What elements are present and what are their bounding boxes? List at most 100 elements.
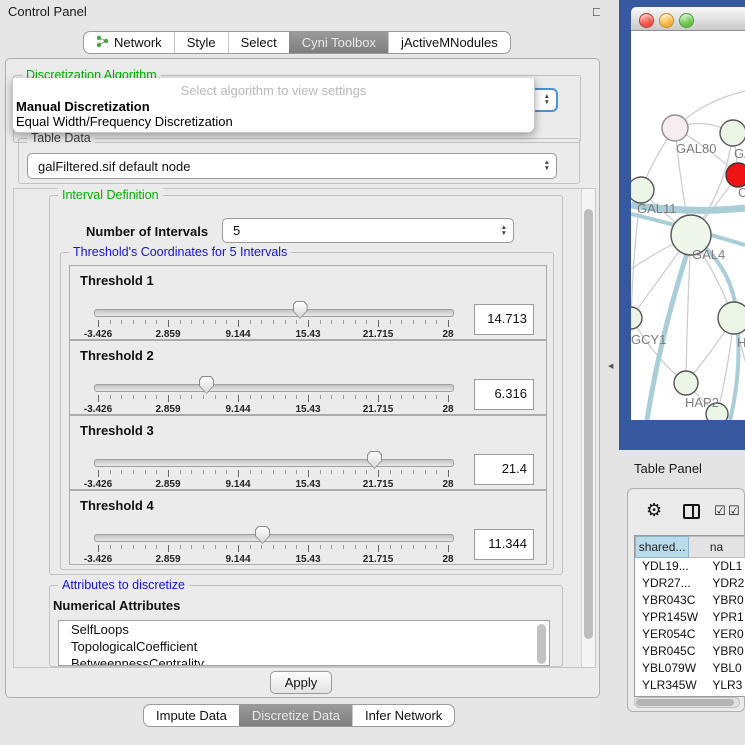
tick-mark	[261, 320, 262, 324]
node-gal80[interactable]	[662, 115, 688, 141]
table-row[interactable]: YBR043CYBR0	[635, 592, 745, 609]
network-graph: GAL80GACGAL11GAL4GCY1HHAP2	[631, 31, 745, 420]
checkbox-icon[interactable]: ☑	[728, 504, 740, 518]
table-row[interactable]: YDL19...YDL1	[635, 558, 745, 575]
tick-mark	[98, 395, 99, 402]
numerical-attributes-list[interactable]: SelfLoopsTopologicalCoefficientBetweenne…	[58, 620, 550, 666]
slider-track[interactable]	[94, 309, 454, 317]
table-hscrollbar-thumb[interactable]	[636, 699, 734, 706]
panel-scrollbar-thumb[interactable]	[584, 209, 593, 639]
node-gal11[interactable]	[631, 177, 654, 203]
table-data-combo[interactable]: galFiltered.sif default node ▲▼	[27, 153, 557, 179]
zoom-traffic-light[interactable]	[679, 13, 694, 28]
tick-mark	[121, 470, 122, 474]
columns-icon[interactable]	[683, 504, 700, 519]
checkbox-icon[interactable]: ☑	[714, 504, 726, 518]
settings-scroll-area: Interval Definition Number of Intervals …	[13, 188, 596, 668]
node-right-mid[interactable]	[718, 302, 745, 334]
tab-label: Infer Network	[365, 708, 442, 723]
slider-thumb[interactable]	[199, 376, 214, 394]
tab-infer-network[interactable]: Infer Network	[352, 705, 454, 726]
tick-mark	[366, 395, 367, 399]
node-top-right[interactable]	[720, 120, 745, 146]
interval-definition-group: Interval Definition Number of Intervals …	[49, 195, 563, 575]
apply-button[interactable]: Apply	[270, 671, 332, 694]
attribute-item-selfloops[interactable]: SelfLoops	[59, 621, 549, 638]
minimize-traffic-light[interactable]	[659, 13, 674, 28]
threshold-label: Threshold 1	[80, 273, 154, 288]
number-of-intervals-combo[interactable]: 5 ▲▼	[222, 218, 514, 243]
table-hscrollbar-track[interactable]	[634, 697, 740, 708]
list-scrollbar[interactable]	[537, 624, 546, 664]
table-row[interactable]: YDR27...YDR2	[635, 575, 745, 592]
slider-track[interactable]	[94, 459, 454, 467]
tab-network[interactable]: Network	[84, 32, 174, 53]
tick-mark	[425, 470, 426, 474]
cell-name: YDL1	[707, 558, 745, 575]
tab-impute-data[interactable]: Impute Data	[144, 705, 239, 726]
threshold-label: Threshold 3	[80, 423, 154, 438]
slider-thumb[interactable]	[255, 526, 270, 544]
slider-thumb[interactable]	[367, 451, 382, 469]
tick-mark	[378, 395, 379, 402]
algorithm-option-manual-discretization[interactable]: Manual Discretization	[16, 99, 150, 114]
tick-mark	[401, 470, 402, 474]
network-window-titlebar[interactable]	[631, 7, 745, 31]
attribute-item-topologicalcoefficient[interactable]: TopologicalCoefficient	[59, 638, 549, 655]
tab-discretize-data[interactable]: Discretize Data	[239, 705, 352, 726]
tab-select[interactable]: Select	[228, 32, 289, 53]
attribute-item-betweennesscentrality[interactable]: BetweennessCentrality	[59, 655, 549, 666]
node-label-gcy1: GCY1	[631, 332, 666, 347]
column-header-name[interactable]: na	[689, 536, 745, 558]
table-row[interactable]: YBL079WYBL0	[635, 660, 745, 677]
tick-mark	[285, 470, 286, 474]
threshold-value-field[interactable]: 14.713	[474, 304, 534, 335]
tab-cyni-toolbox[interactable]: Cyni Toolbox	[289, 32, 388, 53]
slider-track[interactable]	[94, 384, 454, 392]
node-hap2[interactable]	[674, 371, 698, 395]
combo-stepper-icon[interactable]: ▲▼	[544, 94, 550, 106]
threshold-value-field[interactable]: 11.344	[474, 529, 534, 560]
tick-mark	[180, 545, 181, 549]
table-data-title: Table Data	[27, 131, 95, 145]
tick-mark	[133, 470, 134, 474]
tick-mark	[110, 470, 111, 474]
tick-mark	[308, 545, 309, 552]
tick-mark	[168, 395, 169, 402]
tick-mark	[413, 395, 414, 399]
slider-thumb[interactable]	[293, 301, 308, 319]
splitter-collapse-icon[interactable]: ◀	[608, 362, 613, 370]
table-row[interactable]: YBR045CYBR0	[635, 643, 745, 660]
tick-mark	[273, 320, 274, 324]
table-row[interactable]: YER054CYER0	[635, 626, 745, 643]
threshold-value-field[interactable]: 21.4	[474, 454, 534, 485]
tab-jactivemnodules[interactable]: jActiveMNodules	[388, 32, 510, 53]
threshold-value-field[interactable]: 6.316	[474, 379, 534, 410]
node-gcy1[interactable]	[631, 307, 642, 329]
panel-scrollbar-track[interactable]	[581, 189, 595, 667]
thresholds-group: Threshold's Coordinates for 5 Intervals …	[60, 252, 554, 570]
network-icon	[96, 35, 109, 51]
tick-mark	[121, 320, 122, 324]
tick-mark	[366, 320, 367, 324]
tick-mark	[343, 320, 344, 324]
slider-ticks: -3.4262.8599.14415.4321.71528	[98, 470, 448, 490]
tab-label: Cyni Toolbox	[302, 35, 376, 50]
column-header-shared-name[interactable]: shared...	[635, 536, 689, 558]
tick-mark	[226, 395, 227, 399]
node-selected-red[interactable]	[726, 163, 745, 187]
slider-track[interactable]	[94, 534, 454, 542]
combo-stepper-icon[interactable]: ▲▼	[544, 160, 550, 172]
table-body: YDL19...YDL1YDR27...YDR2YBR043CYBR0YPR14…	[635, 558, 745, 697]
tick-mark	[296, 320, 297, 324]
table-row[interactable]: YPR145WYPR1	[635, 609, 745, 626]
network-canvas[interactable]: GAL80GACGAL11GAL4GCY1HHAP2	[631, 31, 745, 420]
tab-style[interactable]: Style	[174, 32, 228, 53]
close-traffic-light[interactable]	[639, 13, 654, 28]
combo-stepper-icon[interactable]: ▲▼	[501, 225, 507, 237]
gear-icon[interactable]: ⚙	[646, 501, 662, 519]
table-row[interactable]: YLR345WYLR3	[635, 677, 745, 694]
algorithm-option-equal-width-frequency-discretization[interactable]: Equal Width/Frequency Discretization	[16, 114, 233, 129]
table-panel-title: Table Panel	[634, 461, 702, 476]
tick-mark	[98, 320, 99, 327]
